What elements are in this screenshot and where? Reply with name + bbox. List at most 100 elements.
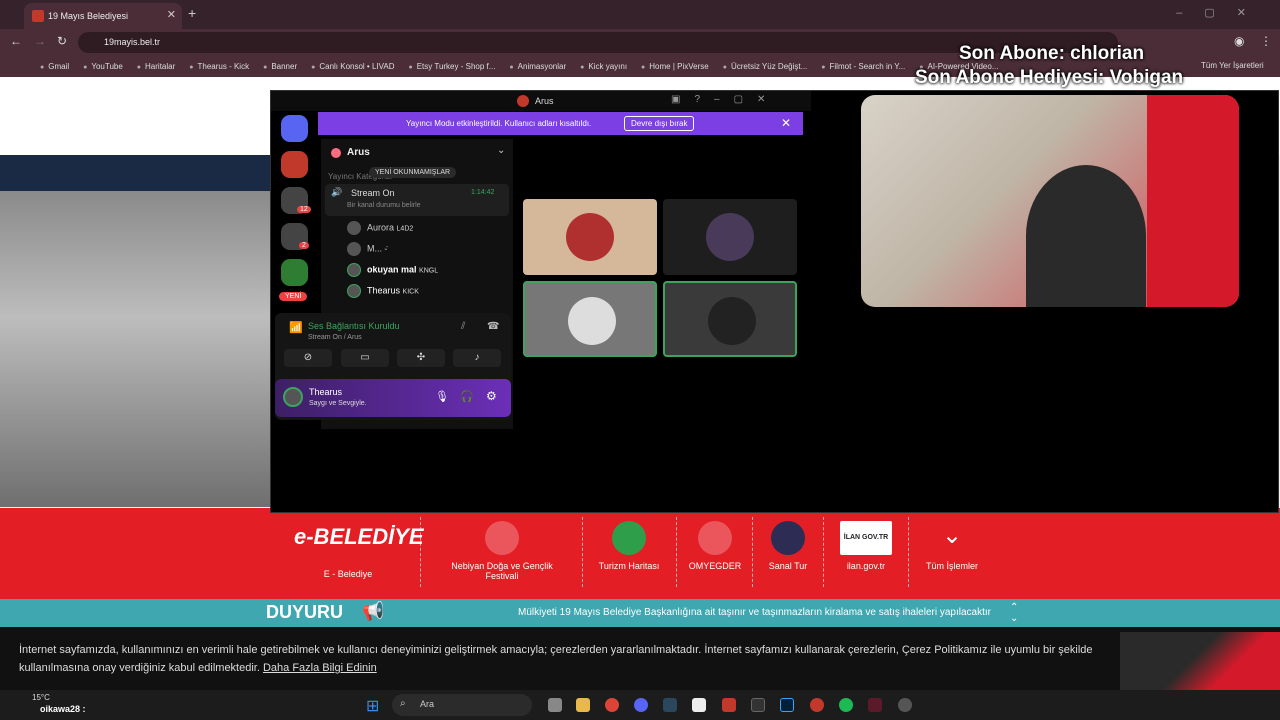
taskbar-search[interactable]: ⌕ Ara	[392, 694, 532, 716]
soundboard-icon[interactable]: ♪	[453, 349, 501, 367]
bookmark-item[interactable]: Haritalar	[137, 62, 175, 71]
bookmark-item[interactable]: Thearus - Kick	[189, 62, 250, 71]
windows-start-icon[interactable]: ⊞	[366, 696, 379, 716]
video-tile[interactable]	[663, 199, 797, 275]
channel-timer: 1:14:42	[471, 189, 495, 196]
cookie-more-link[interactable]: Daha Fazla Bilgi Edinin	[263, 662, 377, 674]
chrome-icon[interactable]	[605, 698, 619, 712]
service-label: ilan.gov.tr	[846, 561, 886, 571]
server-item[interactable]	[281, 151, 308, 178]
service-ebelediye[interactable]: E - Belediye	[283, 569, 413, 579]
camera-off-icon[interactable]: ⊘	[284, 349, 332, 367]
steam-icon[interactable]	[663, 698, 677, 712]
video-tile-speaking[interactable]	[523, 281, 657, 357]
disable-streamer-mode-button[interactable]: Devre dışı bırak	[624, 116, 695, 131]
all-bookmarks-link[interactable]: Tüm Yer İşaretleri	[1195, 61, 1264, 70]
avatar[interactable]	[283, 387, 303, 407]
unread-pill[interactable]: YENİ OKUNMAMIŞLAR	[369, 167, 457, 178]
discord-home-icon[interactable]	[281, 115, 308, 142]
announcement-text[interactable]: Mülkiyeti 19 Mayıs Belediye Başkanlığına…	[518, 607, 991, 618]
member-name: M...	[367, 243, 382, 254]
forward-icon[interactable]: →	[34, 34, 46, 48]
close-banner-icon[interactable]: ✕	[781, 116, 791, 130]
bookmark-item[interactable]: YouTube	[83, 62, 122, 71]
voice-member[interactable]: okuyan mal KNGL	[347, 263, 438, 277]
avatar	[347, 221, 361, 235]
server-item[interactable]	[281, 259, 308, 286]
last-gift-overlay: Son Abone Hediyesi: Vobigan	[915, 67, 1184, 88]
menu-icon[interactable]: ⋮	[1260, 34, 1272, 48]
close-tab-icon[interactable]: ✕	[167, 8, 176, 21]
tab-19mayis[interactable]: 19 Mayıs Belediyesi ✕	[24, 3, 182, 29]
bookmark-item[interactable]: Animasyonlar	[509, 62, 566, 71]
app-icon[interactable]	[868, 698, 882, 712]
streamer-mode-banner: Yayıncı Modu etkinleştirildi. Kullanıcı …	[318, 112, 803, 135]
profile-icon[interactable]: ◉	[1234, 34, 1244, 48]
settings-gear-icon[interactable]: ⚙	[486, 389, 497, 403]
app-icon[interactable]	[722, 698, 736, 712]
service-label: Nebiyan Doğa ve Gençlik Festivali	[451, 561, 553, 581]
tab-title: 19 Mayıs Belediyesi	[48, 11, 129, 21]
bookmark-item[interactable]: Gmail	[40, 62, 69, 71]
voice-member[interactable]: M... ᵕ̈	[347, 242, 387, 256]
streamer-mode-text: Yayıncı Modu etkinleştirildi. Kullanıcı …	[406, 119, 592, 128]
activities-icon[interactable]: ✣	[397, 349, 445, 367]
bookmark-item[interactable]: Kick yayını	[580, 62, 627, 71]
bookmark-item[interactable]: Banner	[263, 62, 297, 71]
site-favicon-icon	[32, 10, 44, 22]
voice-channel-path[interactable]: Stream On / Arus	[308, 334, 362, 341]
discord-icon[interactable]	[634, 698, 648, 712]
video-tile-speaking[interactable]	[663, 281, 797, 357]
avatar	[708, 297, 756, 345]
chevron-down-icon[interactable]: ⌄	[497, 145, 505, 156]
user-name[interactable]: Thearus	[309, 387, 342, 397]
bookmark-item[interactable]: Filmot - Search in Y...	[821, 62, 906, 71]
bookmark-item[interactable]: Home | PixVerse	[641, 62, 708, 71]
screen-share-icon[interactable]: ▭	[341, 349, 389, 367]
signal-icon[interactable]: 📶	[289, 321, 303, 334]
discord-titlebar: Arus ▣?–▢✕	[271, 91, 811, 111]
window-controls[interactable]: –▢✕	[1176, 6, 1268, 19]
reload-icon[interactable]: ↻	[57, 34, 67, 48]
voice-member[interactable]: Thearus KICK	[347, 284, 419, 298]
voice-member[interactable]: Aurora L4D2	[347, 221, 413, 235]
disconnect-icon[interactable]: ☎	[487, 321, 499, 332]
back-icon[interactable]: ←	[10, 34, 22, 48]
noise-suppression-icon[interactable]: ⫽	[461, 321, 465, 332]
epic-games-icon[interactable]	[751, 698, 765, 712]
bookmark-item[interactable]: Etsy Turkey - Shop f...	[408, 62, 496, 71]
service-festival[interactable]: Nebiyan Doğa ve Gençlik Festivali	[437, 521, 567, 581]
discord-window-controls[interactable]: ▣?–▢✕	[671, 94, 779, 105]
temperature[interactable]: 15°C	[32, 693, 50, 702]
announcement-arrows-icon[interactable]: ⌃ ⌄	[1010, 602, 1018, 624]
window-title: Arus	[535, 96, 554, 106]
task-view-icon[interactable]	[548, 698, 562, 712]
new-tab-button[interactable]: +	[188, 5, 196, 21]
avatar	[347, 263, 361, 277]
capcut-icon[interactable]	[692, 698, 706, 712]
headphones-icon[interactable]: 🎧	[460, 390, 474, 403]
megaphone-icon: 📢	[362, 601, 385, 621]
app-icon[interactable]	[810, 698, 824, 712]
bookmark-item[interactable]: Canlı Konsol • LIVAD	[311, 62, 394, 71]
channel-status[interactable]: Bir kanal durumu belirle	[347, 202, 421, 209]
avatar	[347, 242, 361, 256]
server-name[interactable]: Arus	[347, 147, 370, 158]
service-tum-islemler[interactable]: ⌄ Tüm İşlemler	[887, 521, 1017, 571]
divider	[420, 517, 421, 587]
photoshop-icon[interactable]	[780, 698, 794, 712]
voice-status[interactable]: Ses Bağlantısı Kuruldu	[308, 321, 400, 331]
webcam-feed	[861, 95, 1239, 307]
file-explorer-icon[interactable]	[576, 698, 590, 712]
member-tag: L4D2	[396, 225, 414, 233]
video-tile[interactable]	[523, 199, 657, 275]
spotify-icon[interactable]	[839, 698, 853, 712]
microphone-icon[interactable]: 🎙	[435, 390, 449, 403]
search-placeholder: Ara	[420, 699, 435, 709]
chevron-down-icon: ⌄	[941, 522, 963, 549]
user-panel: Thearus Saygı ve Sevgiyle. 🎙 🎧 ⚙	[275, 379, 511, 417]
bookmark-item[interactable]: Ücretsiz Yüz Değişt...	[723, 62, 807, 71]
obs-icon[interactable]	[898, 698, 912, 712]
member-name: Thearus	[367, 285, 401, 296]
festival-logo-icon	[485, 521, 519, 555]
